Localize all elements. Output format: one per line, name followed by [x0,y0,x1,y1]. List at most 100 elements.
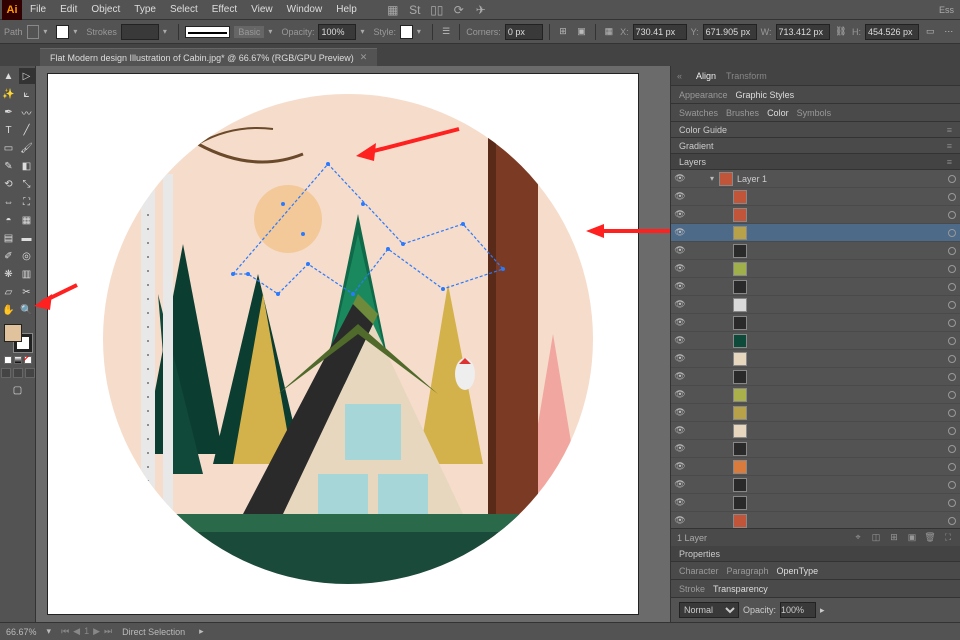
paintbrush-tool[interactable]: 🖌 [19,140,35,156]
layer-item[interactable]: 👁 [671,332,960,350]
target-icon[interactable] [948,211,956,219]
visibility-icon[interactable]: 👁 [671,371,689,382]
document-tab[interactable]: Flat Modern design Illustration of Cabin… [40,48,377,66]
layer-name[interactable]: Layer 1 [737,174,767,184]
visibility-icon[interactable]: 👁 [671,245,689,256]
menu-effect[interactable]: Effect [206,0,243,20]
stroke-swatch[interactable] [56,25,69,39]
fill-swatch[interactable] [27,25,40,39]
blend-mode-select[interactable]: Normal [679,602,739,618]
zoom-tool[interactable]: 🔍 [19,302,35,318]
draw-normal-icon[interactable] [1,368,11,378]
link-wh-icon[interactable]: ⛓ [834,24,849,40]
visibility-icon[interactable]: 👁 [671,209,689,220]
curvature-tool[interactable]: 〰 [19,104,35,120]
tab-properties[interactable]: Properties [679,549,720,559]
mesh-tool[interactable]: ▤ [1,230,17,246]
corners-input[interactable] [505,24,543,40]
style-dropdown[interactable]: ▾ [417,27,426,36]
zoom-dropdown-icon[interactable]: ▾ [47,626,52,637]
visibility-icon[interactable]: 👁 [671,497,689,508]
layers-menu-icon[interactable]: ≡ [947,157,952,167]
target-icon[interactable] [948,265,956,273]
layer-item[interactable]: 👁 [671,188,960,206]
target-icon[interactable] [948,355,956,363]
gradient-menu-icon[interactable]: ≡ [947,141,952,151]
bridge-icon[interactable]: ▦ [385,2,401,18]
draw-inside-icon[interactable] [25,368,35,378]
perspective-tool[interactable]: ▦ [19,212,35,228]
layer-item[interactable]: 👁 [671,296,960,314]
layer-item[interactable]: 👁 [671,260,960,278]
prev-artboard-icon[interactable]: ◀ [73,626,80,637]
gradient-color-icon[interactable] [14,356,22,364]
target-icon[interactable] [948,301,956,309]
line-tool[interactable]: ╱ [19,122,35,138]
layer-item[interactable]: 👁 [671,206,960,224]
tab-layers[interactable]: Layers [679,157,706,167]
scale-tool[interactable]: ⤡ [19,176,35,192]
rotate-tool[interactable]: ⟲ [1,176,17,192]
tab-opentype[interactable]: OpenType [777,566,819,576]
menu-object[interactable]: Object [85,0,126,20]
fill-stroke-indicator[interactable] [4,324,32,352]
layer-item[interactable]: 👁 [671,278,960,296]
tab-swatches[interactable]: Swatches [679,108,718,118]
slice-tool[interactable]: ✂ [19,284,35,300]
artboard-number[interactable]: 1 [84,626,89,637]
color-guide-head[interactable]: Color Guide ≡ [671,122,960,138]
target-icon[interactable] [948,391,956,399]
menu-edit[interactable]: Edit [54,0,83,20]
tab-paragraph[interactable]: Paragraph [727,566,769,576]
opacity-field[interactable] [780,602,816,618]
target-icon[interactable] [948,229,956,237]
stroke-width-dropdown[interactable]: ▾ [163,27,172,36]
layer-item[interactable]: 👁 [671,512,960,528]
stock-icon[interactable]: St [407,2,423,18]
tab-appearance[interactable]: Appearance [679,90,728,100]
share-icon[interactable]: ✈ [473,2,489,18]
pen-tool[interactable]: ✒ [1,104,17,120]
menu-select[interactable]: Select [164,0,204,20]
symbol-sprayer-tool[interactable]: ❋ [1,266,17,282]
menu-help[interactable]: Help [330,0,363,20]
menu-file[interactable]: File [24,0,52,20]
layer-item[interactable]: 👁 [671,224,960,242]
layers-panel[interactable]: 👁 ▾ Layer 1 👁👁👁👁👁👁👁👁👁👁👁👁👁👁👁👁👁👁👁👁👁👁 [671,170,960,528]
screen-mode-tool[interactable]: ▢ [2,382,34,398]
layer-item[interactable]: 👁 [671,422,960,440]
transform-icon[interactable]: ⊞ [556,24,571,40]
y-input[interactable] [703,24,757,40]
gradient-tool[interactable]: ▬ [19,230,35,246]
visibility-icon[interactable]: 👁 [671,443,689,454]
menu-view[interactable]: View [245,0,279,20]
tab-graphic-styles[interactable]: Graphic Styles [736,90,795,100]
target-icon[interactable] [948,517,956,525]
visibility-icon[interactable]: 👁 [671,461,689,472]
target-icon[interactable] [948,463,956,471]
workspace-label[interactable]: Ess [939,5,958,15]
opacity-dropdown[interactable]: ▾ [360,27,369,36]
status-dropdown-icon[interactable]: ▸ [199,626,204,637]
direct-selection-tool[interactable]: ▷ [19,68,35,84]
locate-icon[interactable]: ⌖ [852,532,864,543]
new-sublayer-icon[interactable]: ⊞ [888,532,900,543]
tab-stroke[interactable]: Stroke [679,584,705,594]
target-icon[interactable] [948,499,956,507]
layer-item[interactable]: 👁 [671,386,960,404]
brush-dropdown[interactable]: ▾ [268,27,277,36]
visibility-icon[interactable]: 👁 [671,263,689,274]
eraser-tool[interactable]: ◧ [19,158,35,174]
selection-tool[interactable]: ▲ [1,68,17,84]
free-transform-tool[interactable]: ⛶ [19,194,35,210]
anchor-ref-icon[interactable]: ▦ [602,24,617,40]
layer-item[interactable]: 👁 [671,440,960,458]
visibility-icon[interactable]: 👁 [671,353,689,364]
eyedropper-tool[interactable]: ✐ [1,248,17,264]
target-icon[interactable] [948,319,956,327]
fill-color-icon[interactable] [4,324,22,342]
width-tool[interactable]: ⇔ [1,194,17,210]
h-input[interactable] [865,24,919,40]
tab-transparency[interactable]: Transparency [713,584,768,594]
target-icon[interactable] [948,175,956,183]
